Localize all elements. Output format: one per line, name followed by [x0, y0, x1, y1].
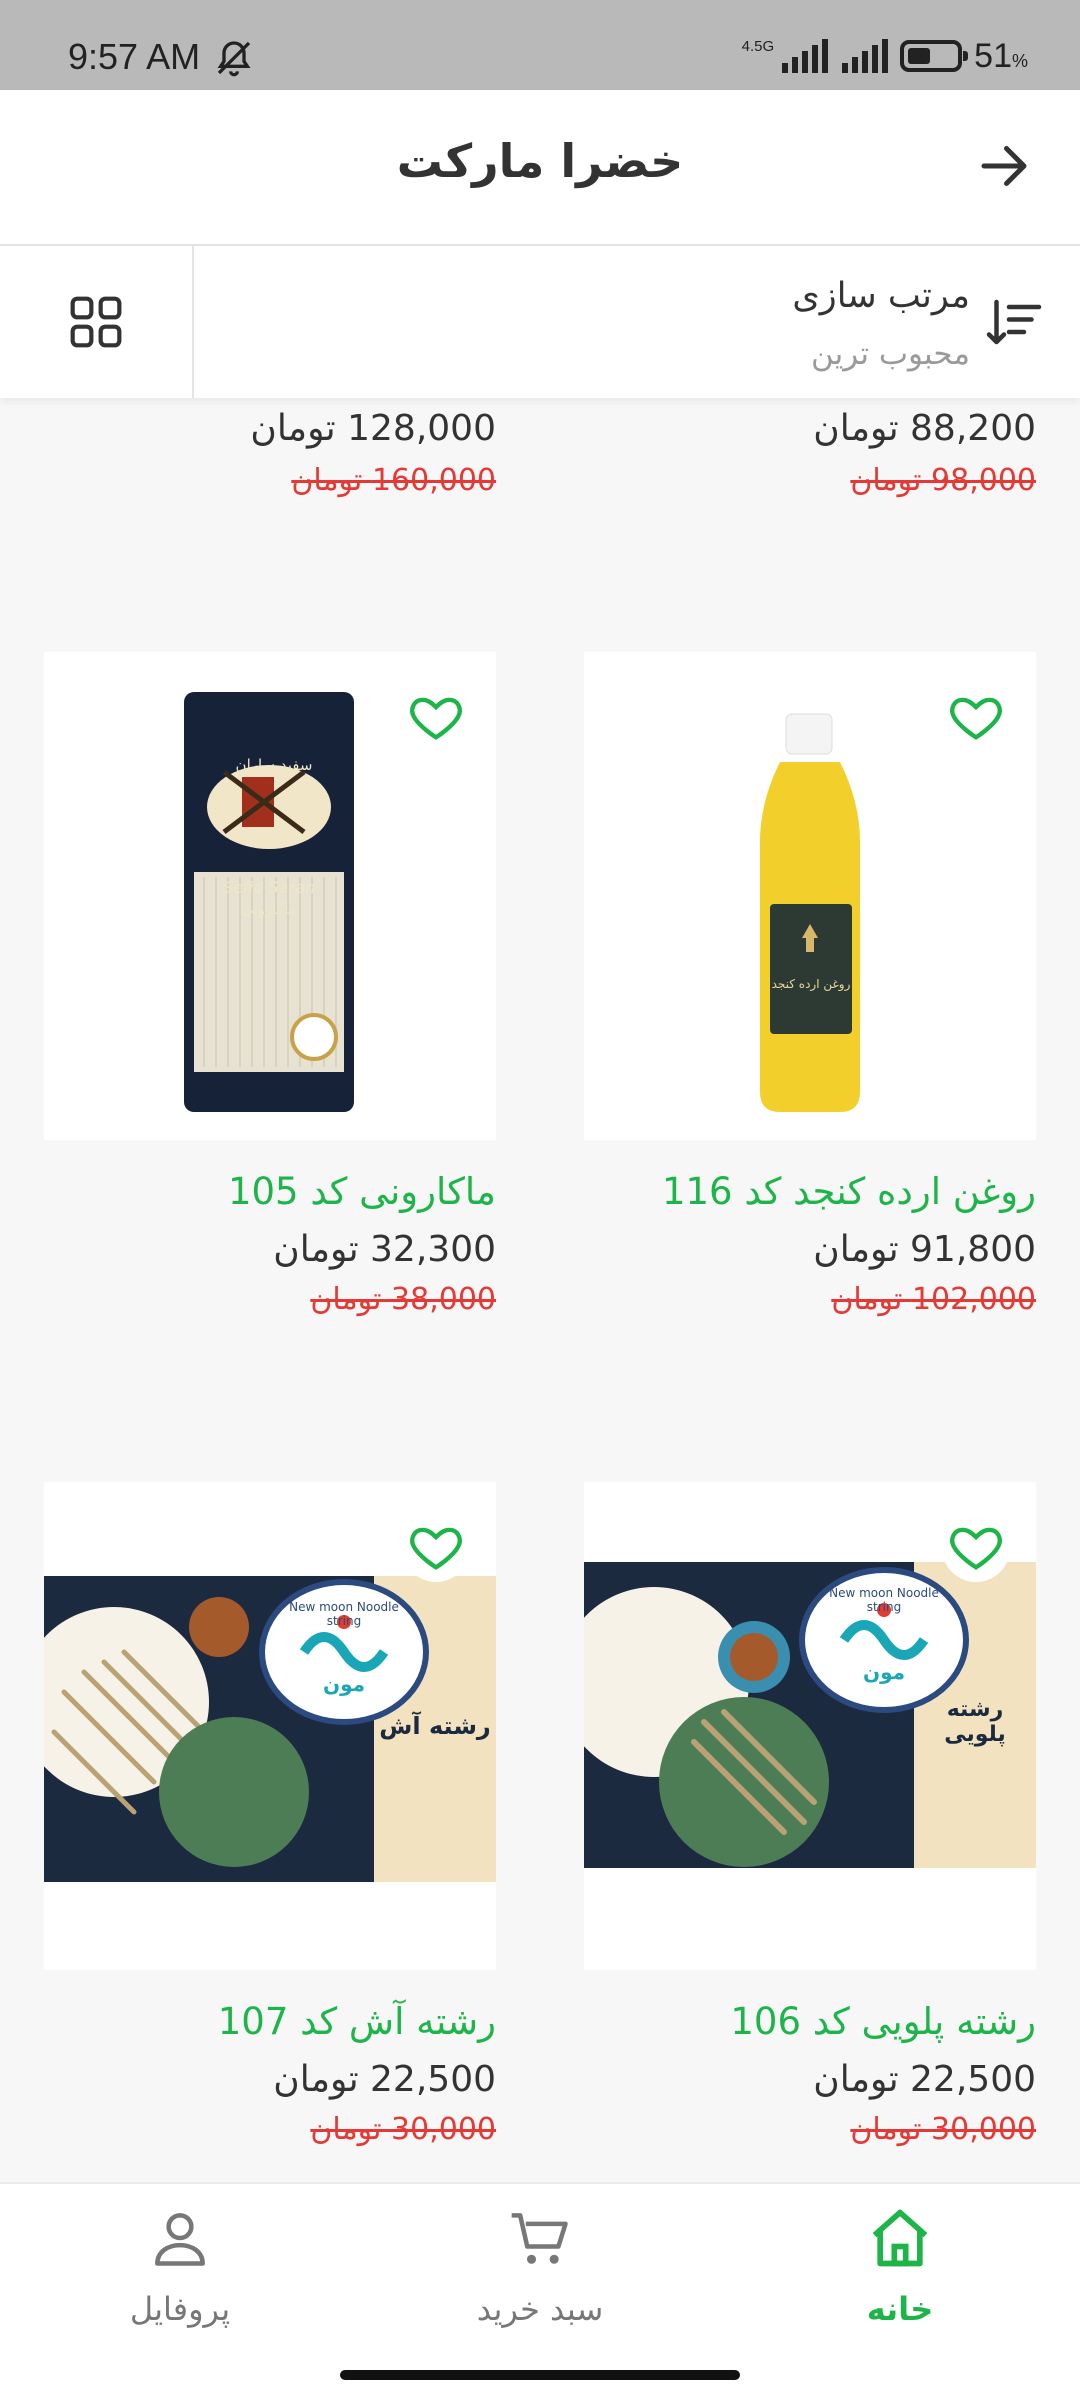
pack-type: رشته آش [379, 1712, 491, 1740]
bell-muted-icon [217, 41, 251, 77]
partial-card-right[interactable]: 88,200 تومان 98,000 تومان [584, 408, 1036, 498]
battery-percent: 51% [974, 36, 1028, 75]
brand-label: سفید ساران [235, 756, 313, 774]
brand-sub: Sefid Saran [222, 878, 316, 897]
heart-icon [410, 1527, 462, 1570]
product-price: 22,500 تومان [813, 2059, 1036, 2100]
home-icon [872, 2209, 928, 2267]
favorite-button[interactable] [402, 684, 470, 752]
product-card[interactable]: New moon Noodle string مون رشته پلویی رش… [584, 1482, 1036, 2147]
signal-icon-2 [842, 39, 889, 73]
heart-icon [410, 697, 462, 740]
user-icon [155, 2213, 205, 2266]
home-indicator[interactable] [340, 2370, 740, 2380]
product-price: 22,500 تومان [273, 2059, 496, 2100]
status-bar: 9:57 AM 4.5G 51% [0, 0, 1080, 90]
product-old-price: 38,000 تومان [310, 1282, 496, 1317]
status-indicators: 4.5G 51% [742, 34, 1028, 78]
nav-label: پروفایل [129, 2290, 231, 2328]
view-toggle-button[interactable] [0, 246, 194, 398]
product-name[interactable]: رشته پلویی کد 106 [584, 2000, 1036, 2043]
battery-icon [900, 40, 969, 72]
brand-sub: New moon Noodle string [289, 1600, 399, 1628]
sort-icon [986, 299, 1042, 345]
signal-icon [782, 39, 829, 73]
bottle-label: روغن ارده کنجد [771, 977, 851, 991]
product-old-price: 102,000 تومان [831, 1282, 1036, 1317]
product-image[interactable]: روغن ارده کنجد [584, 652, 1036, 1140]
product-image[interactable]: New moon Noodle string مون رشته پلویی [584, 1482, 1036, 1970]
pack-type: ماکارونی [241, 900, 297, 918]
product-image[interactable]: سفید ساران Sefid Saran ماکارونی [44, 652, 496, 1140]
product-name[interactable]: رشته آش کد 107 [44, 2000, 496, 2043]
product-old-price: 30,000 تومان [310, 2112, 496, 2147]
sort-title: مرتب سازی [792, 276, 970, 316]
favorite-button[interactable] [942, 1514, 1010, 1582]
product-price: 32,300 تومان [273, 1229, 496, 1270]
product-card[interactable]: روغن ارده کنجد روغن ارده کنجد کد 116 91,… [584, 652, 1036, 1317]
product-price: 88,200 تومان [813, 408, 1036, 449]
nav-home[interactable]: خانه [780, 2204, 1020, 2328]
brand-sub: New moon Noodle string [829, 1586, 939, 1614]
product-old-price: 30,000 تومان [850, 2112, 1036, 2147]
brand-label: مون [863, 1660, 905, 1684]
sort-value: محبوب ترین [811, 336, 970, 372]
product-price: 128,000 تومان [250, 408, 496, 449]
back-arrow-icon[interactable] [974, 136, 1034, 196]
product-image[interactable]: New moon Noodle string مون رشته آش [44, 1482, 496, 1970]
nav-profile[interactable]: پروفایل [60, 2204, 300, 2328]
product-card[interactable]: سفید ساران Sefid Saran ماکارونی ماکارونی… [44, 652, 496, 1317]
gesture-area [0, 2360, 1080, 2400]
cart-icon [511, 2213, 568, 2264]
network-type: 4.5G [741, 37, 775, 55]
product-name[interactable]: روغن ارده کنجد کد 116 [584, 1170, 1036, 1213]
nav-label: خانه [866, 2290, 934, 2328]
page-title: خضرا مارکت [396, 134, 684, 188]
app-header: خضرا مارکت [0, 90, 1080, 246]
product-old-price: 160,000 تومان [291, 463, 496, 498]
product-price: 91,800 تومان [813, 1229, 1036, 1270]
partial-card-left[interactable]: 128,000 تومان 160,000 تومان [44, 408, 496, 498]
heart-icon [950, 697, 1002, 740]
bottom-navigation: پروفایل سبد خرید خانه [0, 2182, 1080, 2360]
product-old-price: 98,000 تومان [850, 463, 1036, 498]
product-grid: 128,000 تومان 160,000 تومان 88,200 تومان… [0, 398, 1080, 2182]
nav-label: سبد خرید [476, 2290, 604, 2328]
brand-label: مون [323, 1672, 365, 1696]
pack-type: رشته پلویی [944, 1697, 1006, 1747]
grid-view-icon [70, 296, 122, 348]
favorite-button[interactable] [942, 684, 1010, 752]
heart-icon [950, 1527, 1002, 1570]
nav-cart[interactable]: سبد خرید [420, 2204, 660, 2328]
product-name[interactable]: ماکارونی کد 105 [44, 1170, 496, 1213]
product-card[interactable]: New moon Noodle string مون رشته آش رشته … [44, 1482, 496, 2147]
favorite-button[interactable] [402, 1514, 470, 1582]
status-time: 9:57 AM [68, 36, 201, 77]
sort-bar: مرتب سازی محبوب ترین [0, 246, 1080, 398]
